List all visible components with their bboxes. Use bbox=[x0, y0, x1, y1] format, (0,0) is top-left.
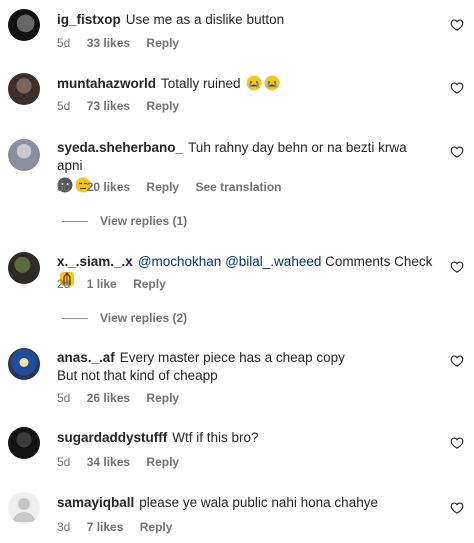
comment-text-line2: But not that kind of cheapp bbox=[57, 368, 218, 383]
likes-count[interactable]: 7 likes bbox=[87, 520, 124, 534]
username[interactable]: syeda.sheherbano_ bbox=[57, 140, 183, 155]
likes-count[interactable]: 1 like bbox=[87, 277, 117, 291]
comment-text: sugardaddystufff Wtf if this bro? bbox=[57, 429, 434, 447]
comment-text: ig_fistxop Use me as a dislike button bbox=[57, 11, 434, 29]
avatar[interactable] bbox=[8, 252, 40, 284]
divider bbox=[62, 220, 88, 222]
crying-face-emoji bbox=[264, 75, 280, 91]
comment-text: muntahazworld Totally ruined bbox=[57, 75, 434, 93]
default-user-icon bbox=[12, 498, 36, 522]
avatar[interactable] bbox=[8, 348, 40, 380]
timestamp: 5d bbox=[57, 391, 71, 405]
view-replies-label[interactable]: View replies (1) bbox=[100, 214, 187, 228]
comment-text: anas._.af Every master piece has a cheap … bbox=[57, 349, 434, 367]
likes-count[interactable]: 20 likes bbox=[87, 180, 130, 194]
timestamp: 5d bbox=[57, 99, 71, 113]
comment-meta: 5d 34 likes Reply bbox=[57, 455, 192, 469]
view-replies-label[interactable]: View replies (2) bbox=[100, 311, 187, 325]
likes-count[interactable]: 33 likes bbox=[87, 36, 130, 50]
likes-count[interactable]: 26 likes bbox=[87, 391, 130, 405]
mention-link[interactable]: @bilal_.waheed bbox=[225, 254, 321, 269]
comment-meta: 5d 26 likes Reply bbox=[57, 391, 192, 405]
username[interactable]: sugardaddystufff bbox=[57, 430, 167, 445]
comment-text: samayiqball please ye wala public nahi ho… bbox=[57, 494, 434, 512]
heart-outline-icon[interactable] bbox=[450, 81, 464, 95]
divider bbox=[62, 317, 88, 319]
username[interactable]: anas._.af bbox=[57, 350, 115, 365]
likes-count[interactable]: 73 likes bbox=[87, 99, 130, 113]
comment-meta: 5d 33 likes Reply bbox=[57, 36, 192, 50]
username[interactable]: samayiqball bbox=[57, 495, 134, 510]
heart-outline-icon[interactable] bbox=[450, 436, 464, 450]
avatar[interactable] bbox=[8, 9, 40, 41]
avatar-placeholder[interactable] bbox=[8, 492, 40, 524]
comment-body: Totally ruined bbox=[161, 76, 241, 91]
reply-button[interactable]: Reply bbox=[146, 180, 179, 194]
reply-button[interactable]: Reply bbox=[146, 99, 179, 113]
comment-meta: 5d 73 likes Reply bbox=[57, 99, 192, 113]
heart-outline-icon[interactable] bbox=[450, 354, 464, 368]
crying-face-emoji bbox=[246, 75, 262, 91]
comment-text: syeda.sheherbano_ Tuh rahny day behn or n… bbox=[57, 139, 434, 175]
username[interactable]: x._.siam._.x bbox=[57, 254, 133, 269]
heart-outline-icon[interactable] bbox=[450, 501, 464, 515]
timestamp: 5d bbox=[57, 180, 71, 194]
timestamp: 3d bbox=[57, 520, 71, 534]
see-translation-link[interactable]: See translation bbox=[195, 180, 281, 194]
avatar[interactable] bbox=[8, 427, 40, 459]
comment-meta: 3d 7 likes Reply bbox=[57, 520, 185, 534]
view-replies-button[interactable]: View replies (2) bbox=[62, 311, 187, 325]
comment-body: Comments Check bbox=[325, 254, 433, 269]
comment-meta: 5d 20 likes Reply See translation bbox=[57, 180, 294, 194]
heart-outline-icon[interactable] bbox=[450, 260, 464, 274]
reply-button[interactable]: Reply bbox=[140, 520, 173, 534]
reply-button[interactable]: Reply bbox=[146, 455, 179, 469]
username[interactable]: muntahazworld bbox=[57, 76, 156, 91]
view-replies-button[interactable]: View replies (1) bbox=[62, 214, 187, 228]
reply-button[interactable]: Reply bbox=[133, 277, 166, 291]
timestamp: 5d bbox=[57, 455, 71, 469]
timestamp: 5d bbox=[57, 36, 71, 50]
comment-body: Every master piece has a cheap copy bbox=[119, 350, 345, 365]
reply-button[interactable]: Reply bbox=[146, 391, 179, 405]
comment-body: please ye wala public nahi hona chahye bbox=[139, 495, 378, 510]
comment-meta: 2d 1 like Reply bbox=[57, 277, 179, 291]
mention-link[interactable]: @mochokhan bbox=[138, 254, 222, 269]
heart-outline-icon[interactable] bbox=[450, 18, 464, 32]
avatar[interactable] bbox=[8, 139, 40, 171]
comment-body: Wtf if this bro? bbox=[172, 430, 259, 445]
username[interactable]: ig_fistxop bbox=[57, 12, 121, 27]
heart-outline-icon[interactable] bbox=[450, 145, 464, 159]
comment-body: Use me as a dislike button bbox=[125, 12, 285, 27]
timestamp: 2d bbox=[57, 277, 71, 291]
avatar[interactable] bbox=[8, 73, 40, 105]
reply-button[interactable]: Reply bbox=[146, 36, 179, 50]
likes-count[interactable]: 34 likes bbox=[87, 455, 130, 469]
